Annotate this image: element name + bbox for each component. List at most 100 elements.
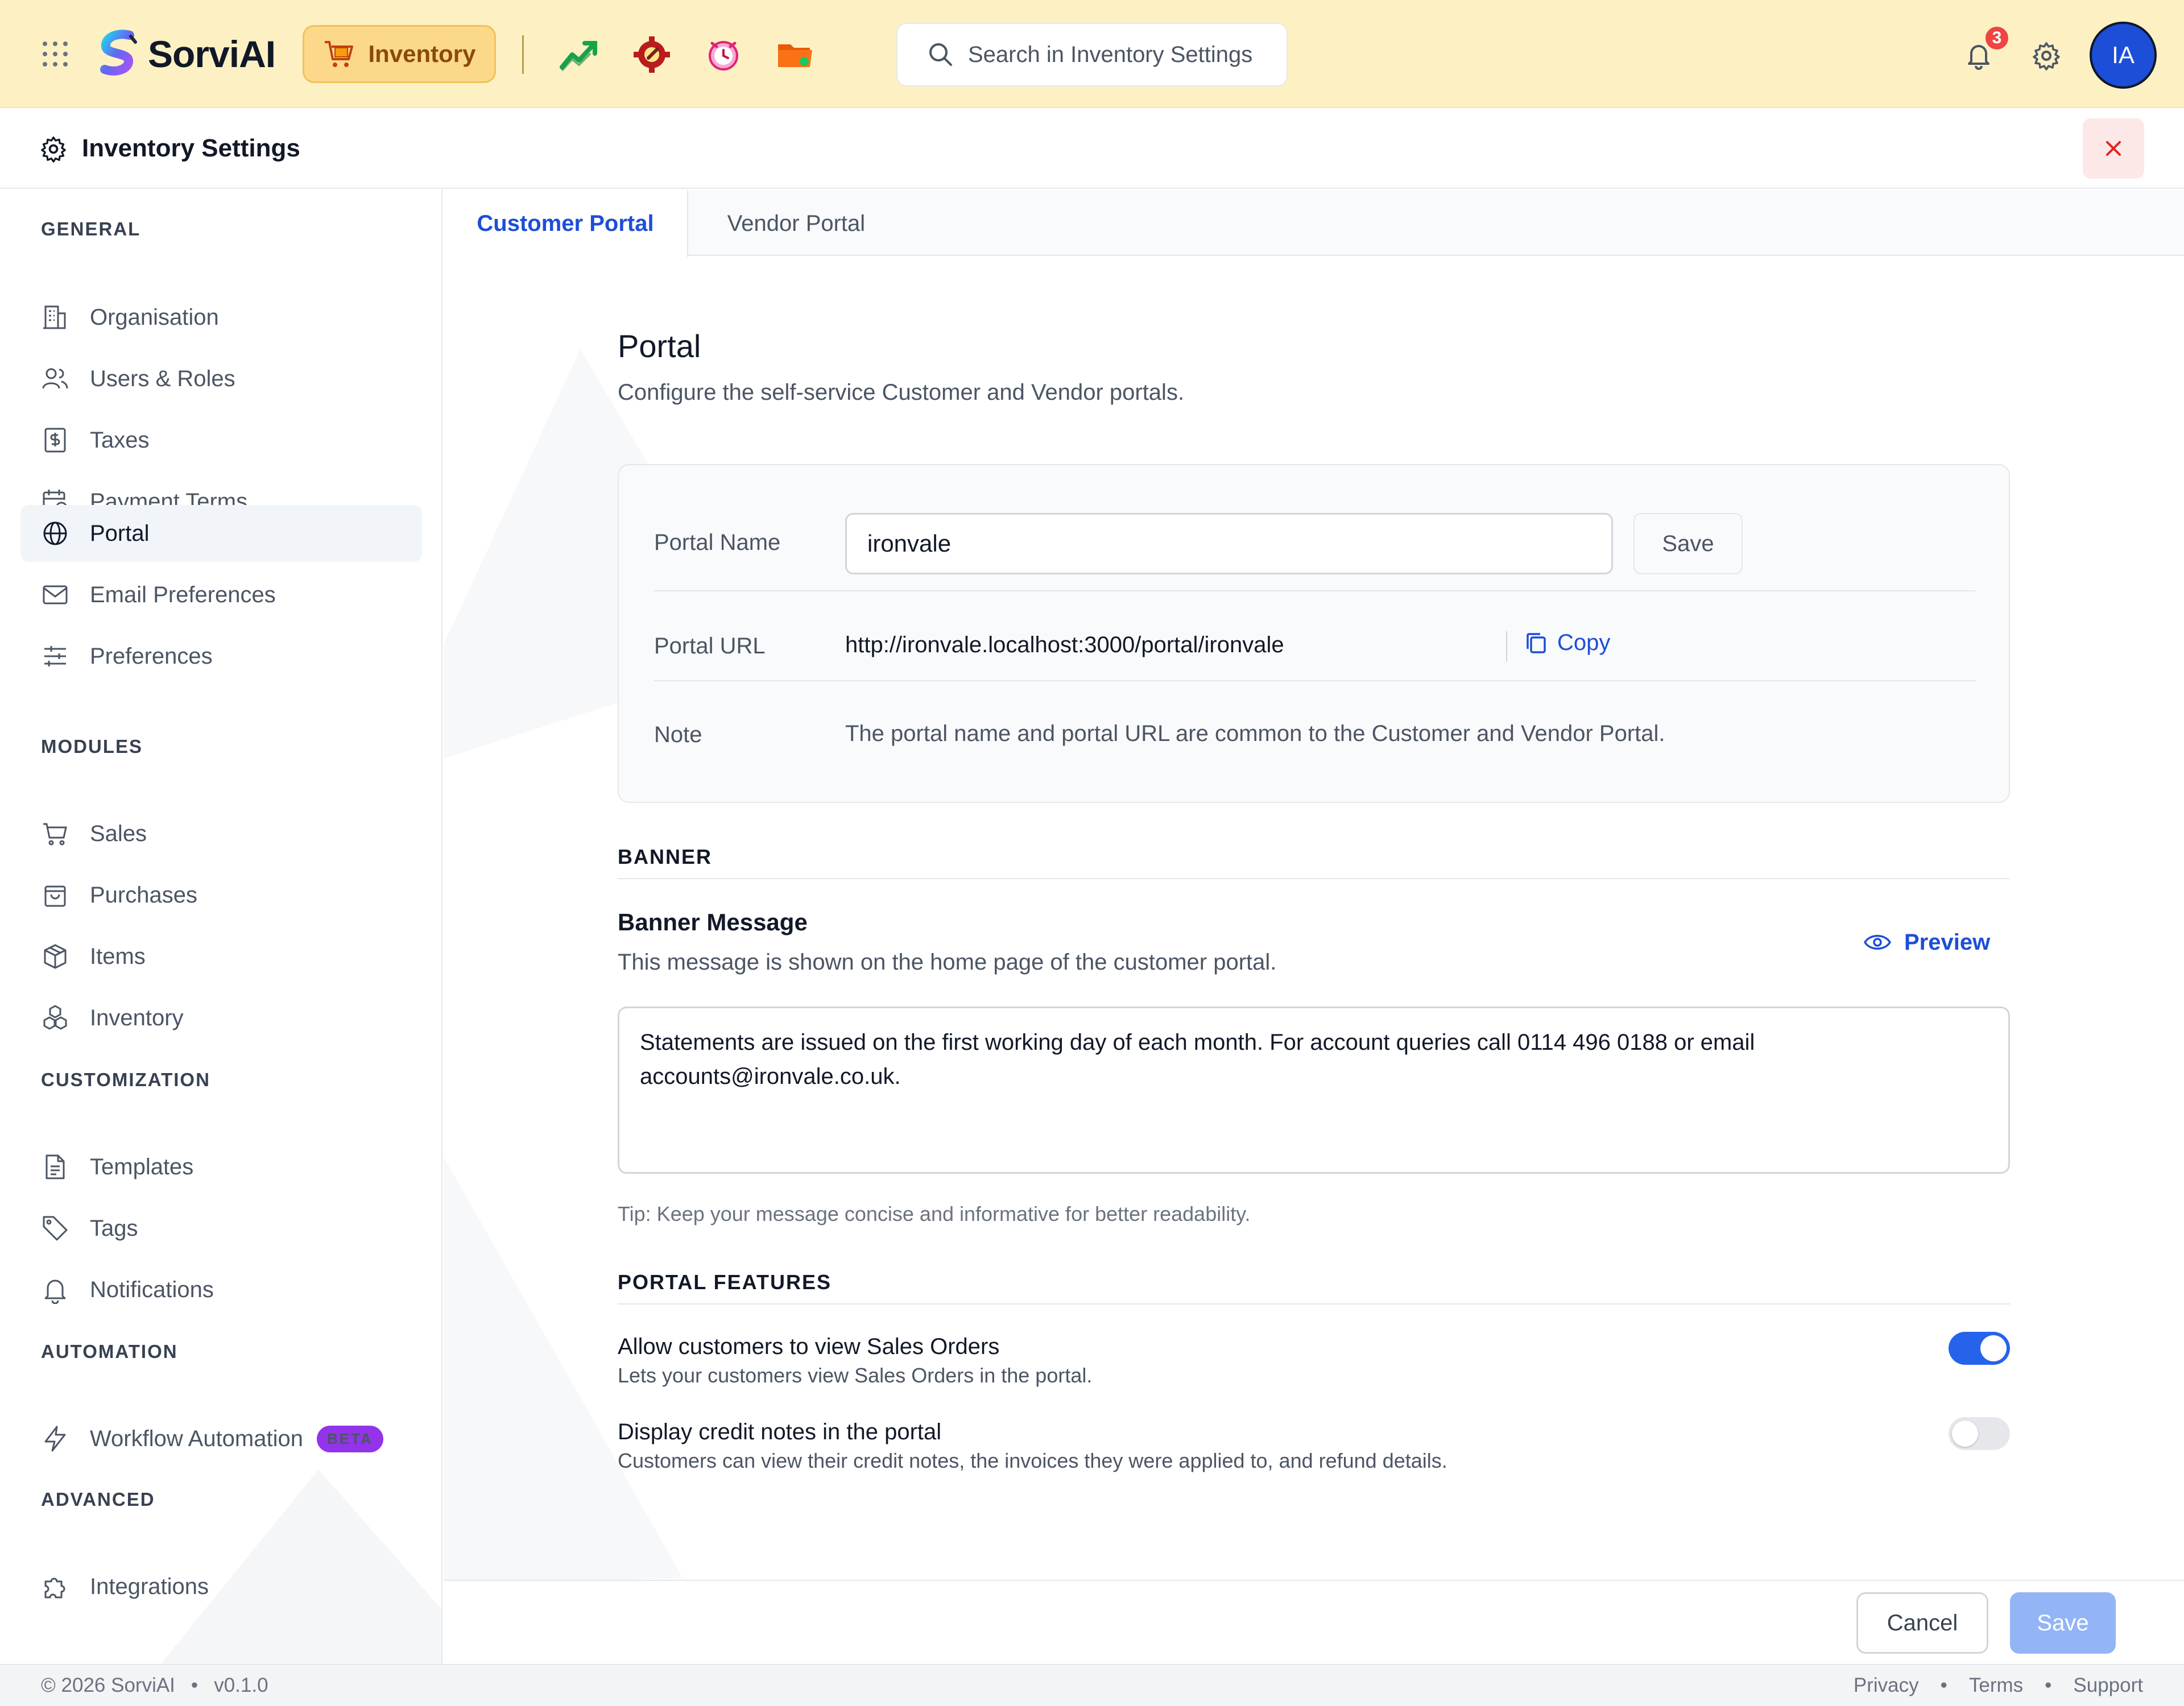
banner-message-textarea[interactable]: Statements are issued on the first worki… bbox=[618, 1007, 2010, 1174]
eye-icon bbox=[1863, 935, 1892, 950]
gear-wrench-icon[interactable] bbox=[632, 36, 671, 73]
preview-button[interactable]: Preview bbox=[1863, 928, 1990, 956]
dot-separator: • bbox=[1940, 1674, 1947, 1696]
tab-vendor-portal[interactable]: Vendor Portal bbox=[688, 190, 904, 257]
banner-title: Banner Message bbox=[618, 909, 808, 935]
sidebar-item-label: Items bbox=[90, 943, 146, 969]
portal-url-value: http://ironvale.localhost:3000/portal/ir… bbox=[845, 632, 1284, 657]
search-input[interactable] bbox=[968, 42, 1275, 68]
close-button[interactable] bbox=[2083, 118, 2144, 179]
portal-name-label: Portal Name bbox=[654, 530, 781, 555]
sidebar-item-templates[interactable]: Templates bbox=[20, 1138, 422, 1195]
app-grid-icon[interactable] bbox=[41, 40, 69, 68]
divider bbox=[1506, 631, 1507, 662]
sidebar-item-portal[interactable]: Portal bbox=[20, 505, 422, 562]
sidebar-item-label: Users & Roles bbox=[90, 366, 235, 391]
toggle-knob bbox=[1980, 1335, 2007, 1361]
credit-notes-toggle[interactable] bbox=[1949, 1417, 2010, 1450]
feature-description: Lets your customers view Sales Orders in… bbox=[618, 1364, 1093, 1387]
bell-outline-icon bbox=[44, 1280, 66, 1304]
dot-separator: • bbox=[2045, 1674, 2052, 1696]
settings-gear-icon bbox=[41, 136, 66, 163]
divider bbox=[522, 35, 524, 74]
brand-name: SorviAI bbox=[148, 33, 276, 75]
trend-chart-icon[interactable] bbox=[560, 36, 598, 73]
copy-url-button[interactable]: Copy bbox=[1523, 630, 1610, 656]
sidebar-item-label: Tags bbox=[90, 1215, 138, 1241]
avatar[interactable]: IA bbox=[2090, 22, 2157, 89]
privacy-link[interactable]: Privacy bbox=[1854, 1674, 1919, 1697]
cart-icon bbox=[43, 823, 67, 846]
sidebar-item-workflow-automation[interactable]: Workflow Automation BETA bbox=[20, 1410, 422, 1467]
sidebar-item-inventory[interactable]: Inventory bbox=[20, 989, 422, 1046]
section-heading: Portal bbox=[618, 328, 701, 364]
settings-header: Inventory Settings bbox=[0, 109, 2184, 189]
lightning-icon bbox=[44, 1426, 66, 1452]
feature-title: Allow customers to view Sales Orders bbox=[618, 1334, 1000, 1359]
terms-link[interactable]: Terms bbox=[1969, 1674, 2023, 1697]
notification-badge: 3 bbox=[1984, 25, 2010, 51]
section-title-customization: CUSTOMIZATION bbox=[41, 1069, 210, 1090]
note-label: Note bbox=[654, 722, 702, 747]
tab-customer-portal[interactable]: Customer Portal bbox=[444, 190, 688, 257]
section-title-automation: AUTOMATION bbox=[41, 1341, 178, 1362]
box-icon bbox=[44, 944, 67, 969]
sidebar-item-notifications[interactable]: Notifications bbox=[20, 1261, 422, 1318]
sidebar-item-label: Taxes bbox=[90, 427, 150, 453]
sidebar-item-email-preferences[interactable]: Email Preferences bbox=[20, 566, 422, 623]
divider bbox=[654, 590, 1976, 591]
support-link[interactable]: Support bbox=[2073, 1674, 2143, 1697]
section-description: Configure the self-service Customer and … bbox=[618, 380, 1185, 405]
sidebar-item-integrations[interactable]: Integrations bbox=[20, 1558, 422, 1615]
clock-icon[interactable] bbox=[704, 36, 743, 73]
save-button[interactable]: Save bbox=[2010, 1592, 2116, 1654]
building-icon bbox=[43, 305, 66, 329]
sidebar-item-label: Templates bbox=[90, 1154, 194, 1179]
portal-tabs: Customer Portal Vendor Portal bbox=[444, 190, 2184, 257]
sidebar-item-taxes[interactable]: Taxes bbox=[20, 412, 422, 469]
portal-name-save-button[interactable]: Save bbox=[1633, 513, 1743, 574]
sidebar-item-label: Inventory bbox=[90, 1005, 184, 1030]
sidebar-item-label: Preferences bbox=[90, 643, 213, 669]
module-label: Inventory bbox=[368, 40, 476, 67]
sidebar-item-organisation[interactable]: Organisation bbox=[20, 289, 422, 346]
brand-logo[interactable]: SorviAI bbox=[94, 28, 276, 80]
sidebar-item-purchases[interactable]: Purchases bbox=[20, 867, 422, 924]
search-bar[interactable] bbox=[896, 23, 1288, 86]
copy-label: Copy bbox=[1557, 630, 1611, 655]
feature-title: Display credit notes in the portal bbox=[618, 1419, 942, 1444]
boxes-icon bbox=[43, 1005, 67, 1030]
beta-badge: BETA bbox=[316, 1425, 383, 1452]
portal-settings-card: Portal Name Save Portal URL http://ironv… bbox=[618, 464, 2010, 803]
banner-tip: Tip: Keep your message concise and infor… bbox=[618, 1202, 1251, 1225]
sidebar-item-label: Purchases bbox=[90, 882, 197, 908]
sidebar-item-label: Integrations bbox=[90, 1574, 209, 1599]
toggle-knob bbox=[1952, 1421, 1978, 1447]
portal-url-label: Portal URL bbox=[654, 633, 766, 659]
sidebar-item-tags[interactable]: Tags bbox=[20, 1200, 422, 1257]
note-text: The portal name and portal URL are commo… bbox=[845, 721, 1665, 746]
section-title-modules: MODULES bbox=[41, 736, 143, 757]
globe-icon bbox=[43, 521, 67, 545]
cart-box-icon bbox=[325, 41, 354, 67]
gear-icon[interactable] bbox=[2032, 41, 2061, 71]
module-switcher-button[interactable]: Inventory bbox=[303, 25, 496, 83]
portal-name-input[interactable] bbox=[845, 513, 1613, 574]
sales-orders-toggle[interactable] bbox=[1949, 1332, 2010, 1365]
section-title-general: GENERAL bbox=[41, 218, 141, 239]
puzzle-icon bbox=[44, 1577, 65, 1599]
sidebar-item-sales[interactable]: Sales bbox=[20, 805, 422, 862]
logo-mark-icon bbox=[100, 30, 137, 76]
form-actions: Cancel Save bbox=[444, 1580, 2184, 1664]
sidebar-item-label: Workflow Automation bbox=[90, 1426, 303, 1451]
sidebar-item-preferences[interactable]: Preferences bbox=[20, 628, 422, 685]
banner-subtitle: This message is shown on the home page o… bbox=[618, 950, 1277, 975]
tag-icon bbox=[43, 1216, 68, 1241]
dot-separator: • bbox=[191, 1674, 198, 1696]
sidebar-item-users-roles[interactable]: Users & Roles bbox=[20, 350, 422, 407]
sidebar-item-items[interactable]: Items bbox=[20, 928, 422, 985]
sidebar-item-label: Organisation bbox=[90, 304, 219, 330]
folder-icon[interactable] bbox=[776, 36, 814, 73]
section-title-advanced: ADVANCED bbox=[41, 1489, 155, 1510]
cancel-button[interactable]: Cancel bbox=[1856, 1592, 1988, 1654]
